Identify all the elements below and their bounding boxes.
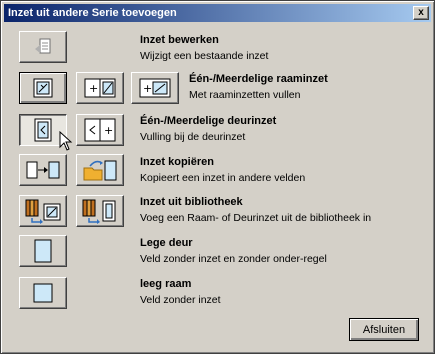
svg-text:+: + [104, 124, 113, 137]
door-inset-label: Één-/Meerdelige deurinzet Vulling bij de… [140, 115, 277, 143]
empty-door-button[interactable] [19, 235, 67, 267]
empty-door-icon [34, 239, 52, 263]
close-button[interactable]: x [413, 6, 429, 20]
library-door-icon [82, 199, 116, 224]
window-inset-add-button[interactable]: + [131, 72, 179, 104]
library-door-inset-button[interactable] [76, 195, 124, 227]
svg-text:+: + [89, 82, 98, 95]
window-inset-plus-icon: + [84, 78, 116, 98]
close-icon: x [418, 7, 424, 18]
window-inset-icon [33, 78, 53, 98]
library-inset-label: Inzet uit bibliotheek Voeg een Raam- of … [140, 196, 372, 224]
library-window-icon [25, 199, 61, 224]
window-title: Inzet uit andere Serie toevoegen [8, 7, 177, 19]
copy-inset-label: Inzet kopiëren Kopieert een inzet in and… [140, 156, 306, 184]
copy-arrow-icon [26, 161, 60, 179]
title-bar: Inzet uit andere Serie toevoegen x [4, 4, 431, 22]
window-inset-label: Één-/Meerdelige raaminzet Met raaminzett… [189, 73, 328, 101]
copy-inset-to-field-button[interactable] [19, 154, 67, 186]
door-inset-plus-icon: + [84, 118, 116, 142]
mouse-cursor-icon [59, 131, 73, 151]
empty-window-icon [33, 283, 53, 303]
svg-text:+: + [143, 82, 152, 95]
edit-inset-label: Inzet bewerken Wijzigt een bestaande inz… [140, 34, 269, 62]
edit-inset-icon [35, 38, 51, 54]
door-inset-icon [34, 118, 52, 142]
close-dialog-button[interactable]: Afsluiten [349, 318, 419, 341]
empty-window-label: leeg raam Veld zonder inzet [140, 278, 221, 306]
folder-copy-icon [83, 160, 117, 181]
door-inset-multi-button[interactable]: + [76, 114, 124, 146]
dialog-window: Inzet uit andere Serie toevoegen x Inzet… [0, 0, 435, 354]
copy-inset-folder-button[interactable] [76, 154, 124, 186]
empty-window-button[interactable] [19, 277, 67, 309]
empty-door-label: Lege deur Veld zonder inzet en zonder on… [140, 237, 327, 265]
edit-inset-button[interactable] [19, 31, 67, 63]
window-inset-multi-button[interactable]: + [76, 72, 124, 104]
library-window-inset-button[interactable] [19, 195, 67, 227]
close-dialog-label: Afsluiten [362, 323, 406, 336]
window-inset-single-button[interactable] [19, 72, 67, 104]
window-inset-add-icon: + [139, 78, 171, 98]
